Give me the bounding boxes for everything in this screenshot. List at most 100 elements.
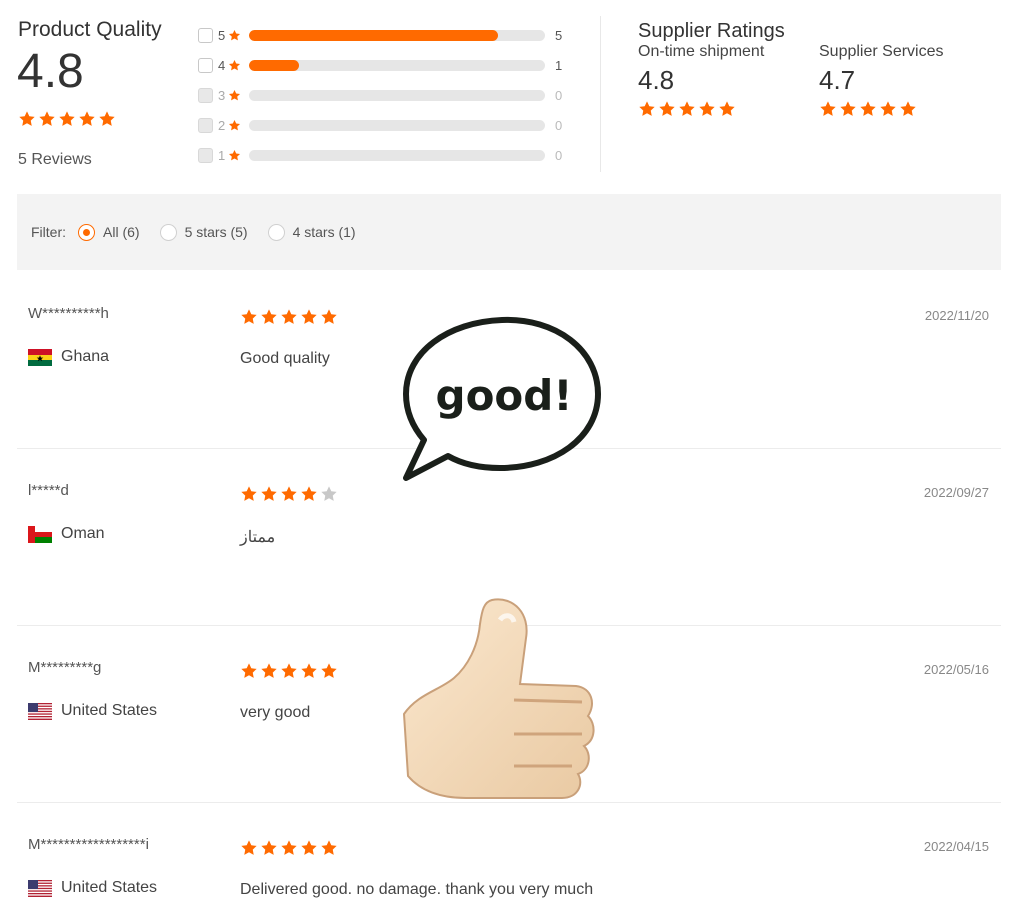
rating-label: Supplier Services — [819, 43, 944, 60]
reviewer-country: Ghana — [28, 348, 109, 366]
star-icon — [99, 111, 115, 126]
radio-button[interactable] — [159, 223, 177, 241]
star-icon — [820, 101, 836, 116]
star-icon — [281, 663, 297, 678]
rating-distribution: 5 5 4 1 3 0 2 0 1 0 — [198, 20, 578, 170]
star-icon — [301, 486, 317, 501]
star-icon — [321, 840, 337, 855]
distribution-row-3: 3 0 — [198, 80, 578, 110]
review-stars — [240, 839, 338, 857]
star-icon — [228, 119, 241, 132]
rating-stars — [819, 100, 944, 118]
star-icon — [321, 663, 337, 678]
star-icon — [228, 119, 241, 130]
rating-label: On-time shipment — [638, 43, 765, 60]
rating-summary: Product Quality 4.8 5 Reviews 5 5 4 1 3 … — [0, 0, 1024, 190]
star-icon — [639, 101, 655, 116]
distribution-checkbox — [198, 147, 213, 163]
star-icon — [261, 486, 277, 501]
review-item: M******************i United States Deliv… — [17, 803, 1001, 916]
star-icon — [228, 89, 241, 100]
distribution-level: 5 — [218, 27, 226, 43]
us-flag-icon — [28, 879, 52, 897]
star-icon — [261, 840, 277, 855]
product-quality-title: Product Quality — [18, 18, 162, 41]
distribution-bar — [249, 59, 545, 71]
divider — [600, 16, 601, 172]
star-icon — [228, 29, 241, 42]
review-stars — [240, 662, 338, 680]
star-icon — [228, 149, 241, 160]
star-icon — [880, 101, 896, 116]
distribution-row-1: 1 0 — [198, 140, 578, 170]
filter-option-all[interactable]: All (6) — [78, 223, 140, 241]
product-quality-stars — [18, 110, 116, 128]
distribution-bar-fill — [249, 59, 300, 71]
product-quality-score: 4.8 — [17, 45, 84, 98]
distribution-row-2: 2 0 — [198, 110, 578, 140]
distribution-checkbox — [198, 87, 213, 103]
star-icon — [241, 309, 257, 324]
speech-bubble-text: good! — [436, 371, 573, 420]
country-name: United States — [61, 879, 158, 896]
star-icon — [19, 111, 35, 126]
reviewer-country: Oman — [28, 525, 105, 543]
reviewer-name: W**********h — [28, 305, 109, 322]
review-comment: very good — [240, 704, 311, 721]
star-icon — [228, 89, 241, 102]
star-icon — [39, 111, 55, 126]
supplier-services-rating: Supplier Services 4.7 — [819, 43, 944, 118]
review-comment: ممتاز — [240, 529, 276, 546]
review-date: 2022/09/27 — [923, 485, 989, 500]
star-icon — [860, 101, 876, 116]
star-icon — [659, 101, 675, 116]
distribution-bar — [249, 29, 545, 41]
star-icon — [261, 663, 277, 678]
distribution-checkbox — [198, 117, 213, 133]
distribution-count: 0 — [555, 87, 563, 103]
distribution-bar — [249, 119, 545, 131]
reviewer-name: M*********g — [28, 659, 102, 676]
review-date: 2022/05/16 — [923, 662, 989, 677]
ghana-flag-icon — [28, 348, 52, 366]
star-icon — [281, 840, 297, 855]
country-name: Oman — [61, 525, 105, 542]
distribution-row-5[interactable]: 5 5 — [198, 20, 578, 50]
distribution-count: 0 — [555, 117, 563, 133]
radio-button[interactable] — [78, 223, 95, 241]
filter-option-4-stars[interactable]: 4 stars (1) — [267, 223, 356, 241]
star-icon — [228, 149, 241, 162]
distribution-level: 3 — [218, 87, 226, 103]
distribution-bar — [249, 149, 545, 161]
star-icon — [321, 486, 337, 501]
star-icon — [679, 101, 695, 116]
distribution-level: 4 — [218, 57, 226, 73]
reviewer-country: United States — [28, 879, 157, 897]
rating-value: 4.7 — [819, 65, 856, 95]
rating-stars — [638, 100, 764, 118]
filter-option-label: 4 stars (1) — [292, 224, 356, 240]
thumbs-up-icon — [402, 598, 595, 799]
distribution-checkbox[interactable] — [198, 27, 213, 43]
radio-button[interactable] — [267, 223, 285, 241]
reviewer-name: l*****d — [28, 482, 69, 499]
distribution-row-4[interactable]: 4 1 — [198, 50, 578, 80]
star-icon — [261, 309, 277, 324]
star-icon — [281, 486, 297, 501]
star-icon — [301, 840, 317, 855]
star-icon — [228, 29, 241, 40]
star-icon — [719, 101, 735, 116]
star-icon — [241, 663, 257, 678]
review-comment: Good quality — [240, 350, 330, 367]
star-icon — [840, 101, 856, 116]
speech-bubble-sticker: good! — [403, 316, 601, 481]
review-stars — [240, 485, 338, 503]
star-icon — [321, 309, 337, 324]
distribution-checkbox[interactable] — [198, 57, 213, 73]
reviewer-name: M******************i — [28, 836, 149, 853]
filter-option-5-stars[interactable]: 5 stars (5) — [159, 223, 248, 241]
filter-label: Filter: — [31, 224, 66, 240]
star-icon — [228, 59, 241, 72]
star-icon — [59, 111, 75, 126]
review-count: 5 Reviews — [18, 151, 92, 168]
